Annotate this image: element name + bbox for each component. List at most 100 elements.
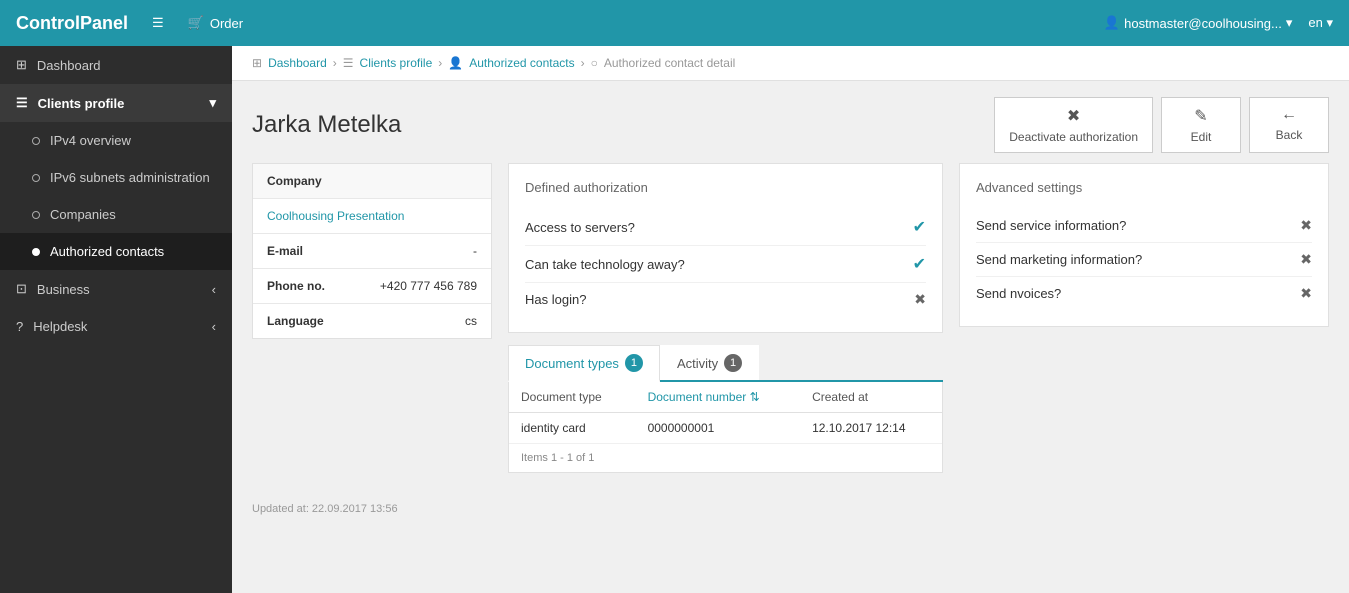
col-document-type: Document type [509,382,636,413]
layout: ⊞ Dashboard ☰ Clients profile ▾ IPv4 ove… [0,46,1349,593]
document-section: Document types 1 Activity 1 Docume [508,345,943,473]
sidebar-item-label: Helpdesk [33,319,87,334]
back-label: Back [1276,128,1303,142]
auth-servers-label: Access to servers? [525,220,635,235]
adv-service-value: ✖ [1300,217,1312,234]
auth-row-login: Has login? ✖ [525,283,926,316]
info-card-language-row: Language cs [253,304,491,338]
top-nav: ControlPanel ☰ 🛒 Order 👤 hostmaster@cool… [0,0,1349,46]
sidebar-item-business[interactable]: ⊡ Business ‹ [0,270,232,308]
auth-technology-value: ✔ [913,254,926,274]
sidebar-item-ipv4[interactable]: IPv4 overview [0,122,232,159]
deactivate-authorization-button[interactable]: ✖ Deactivate authorization [994,97,1153,153]
sidebar: ⊞ Dashboard ☰ Clients profile ▾ IPv4 ove… [0,46,232,593]
phone-label: Phone no. [267,279,325,293]
dot-filled-icon [32,248,40,256]
chevron-left-icon: ‹ [212,319,216,334]
info-card-email-row: E-mail - [253,234,491,269]
sidebar-item-label: IPv4 overview [50,133,131,148]
email-value: - [473,244,477,258]
edit-button[interactable]: ✎ Edit [1161,97,1241,153]
auth-row-servers: Access to servers? ✔ [525,209,926,246]
dot-icon [32,174,40,182]
tab-activity-label: Activity [677,356,718,371]
adv-service-label: Send service information? [976,218,1126,233]
page-header: Jarka Metelka ✖ Deactivate authorization… [232,81,1349,163]
adv-invoices-label: Send nvoices? [976,286,1061,301]
hamburger-icon: ☰ [152,15,164,31]
dot-icon [32,137,40,145]
tabs-bar: Document types 1 Activity 1 [508,345,943,382]
auth-row-technology: Can take technology away? ✔ [525,246,926,283]
sidebar-item-companies[interactable]: Companies [0,196,232,233]
email-label: E-mail [267,244,303,258]
brand-logo: ControlPanel [16,13,128,34]
auth-servers-value: ✔ [913,217,926,237]
sidebar-item-clients-profile[interactable]: ☰ Clients profile ▾ [0,84,232,122]
col-created-at: Created at [800,382,942,413]
deactivate-label: Deactivate authorization [1009,130,1138,144]
auth-card-title: Defined authorization [525,180,926,195]
back-icon: ← [1281,106,1297,124]
breadcrumb-authorized-contacts[interactable]: Authorized contacts [469,56,574,70]
breadcrumb: ⊞ Dashboard › ☰ Clients profile › 👤 Auth… [232,46,1349,81]
user-menu[interactable]: 👤 hostmaster@coolhousing... ▾ [1104,15,1292,31]
table-footer: Items 1 - 1 of 1 [509,444,942,472]
chevron-left-icon: ‹ [212,282,216,297]
content-area: Company Coolhousing Presentation E-mail … [232,163,1349,493]
breadcrumb-sep: › [438,56,442,70]
language-selector[interactable]: en ▾ [1308,15,1333,31]
sidebar-item-ipv6[interactable]: IPv6 subnets administration [0,159,232,196]
breadcrumb-clients-icon: ☰ [343,56,354,70]
tab-document-types-badge: 1 [625,354,643,372]
breadcrumb-circle-icon: ○ [591,56,598,70]
adv-row-marketing: Send marketing information? ✖ [976,243,1312,277]
company-label: Company [267,174,322,188]
company-value[interactable]: Coolhousing Presentation [267,209,404,223]
tab-document-types[interactable]: Document types 1 [508,345,660,382]
tab-activity[interactable]: Activity 1 [660,345,759,380]
auth-card: Defined authorization Access to servers?… [508,163,943,333]
hamburger-menu[interactable]: ☰ [152,15,164,31]
deactivate-icon: ✖ [1067,106,1080,126]
cell-doc-type: identity card [509,413,636,444]
col-document-number[interactable]: Document number ⇅ [636,382,801,413]
user-arrow-icon: ▾ [1286,15,1293,31]
chevron-down-icon: ▾ [209,95,216,111]
middle-column: Defined authorization Access to servers?… [508,163,943,473]
page-actions: ✖ Deactivate authorization ✎ Edit ← Back [994,97,1329,153]
dashboard-icon: ⊞ [16,57,27,73]
cart-icon: 🛒 [188,15,204,31]
breadcrumb-clients-profile[interactable]: Clients profile [360,56,433,70]
advanced-settings-title: Advanced settings [976,180,1312,195]
cell-doc-number: 0000000001 [636,413,801,444]
sidebar-item-authorized-contacts[interactable]: Authorized contacts [0,233,232,270]
sidebar-item-label: Authorized contacts [50,244,164,259]
lang-arrow-icon: ▾ [1326,15,1333,30]
breadcrumb-dashboard[interactable]: Dashboard [268,56,327,70]
updated-at: Updated at: 22.09.2017 13:56 [232,493,1349,525]
document-table-container: Document type Document number ⇅ Created … [508,382,943,473]
info-card-phone-row: Phone no. +420 777 456 789 [253,269,491,304]
user-icon: 👤 [1104,15,1120,31]
sidebar-item-label: Clients profile [38,96,125,111]
sidebar-item-label: IPv6 subnets administration [50,170,210,185]
adv-invoices-value: ✖ [1300,285,1312,302]
adv-row-service: Send service information? ✖ [976,209,1312,243]
sidebar-item-label: Companies [50,207,116,222]
auth-login-label: Has login? [525,292,586,307]
auth-technology-label: Can take technology away? [525,257,685,272]
adv-row-invoices: Send nvoices? ✖ [976,277,1312,310]
order-link[interactable]: 🛒 Order [188,15,243,31]
page-title: Jarka Metelka [252,111,401,139]
auth-login-value: ✖ [914,291,926,308]
table-row: identity card 0000000001 12.10.2017 12:1… [509,413,942,444]
back-button[interactable]: ← Back [1249,97,1329,153]
cell-created-at: 12.10.2017 12:14 [800,413,942,444]
language-label: Language [267,314,324,328]
sort-icon: ⇅ [750,390,760,404]
language-value: cs [465,314,477,328]
sidebar-item-dashboard[interactable]: ⊞ Dashboard [0,46,232,84]
sidebar-item-helpdesk[interactable]: ? Helpdesk ‹ [0,308,232,345]
breadcrumb-sep: › [333,56,337,70]
